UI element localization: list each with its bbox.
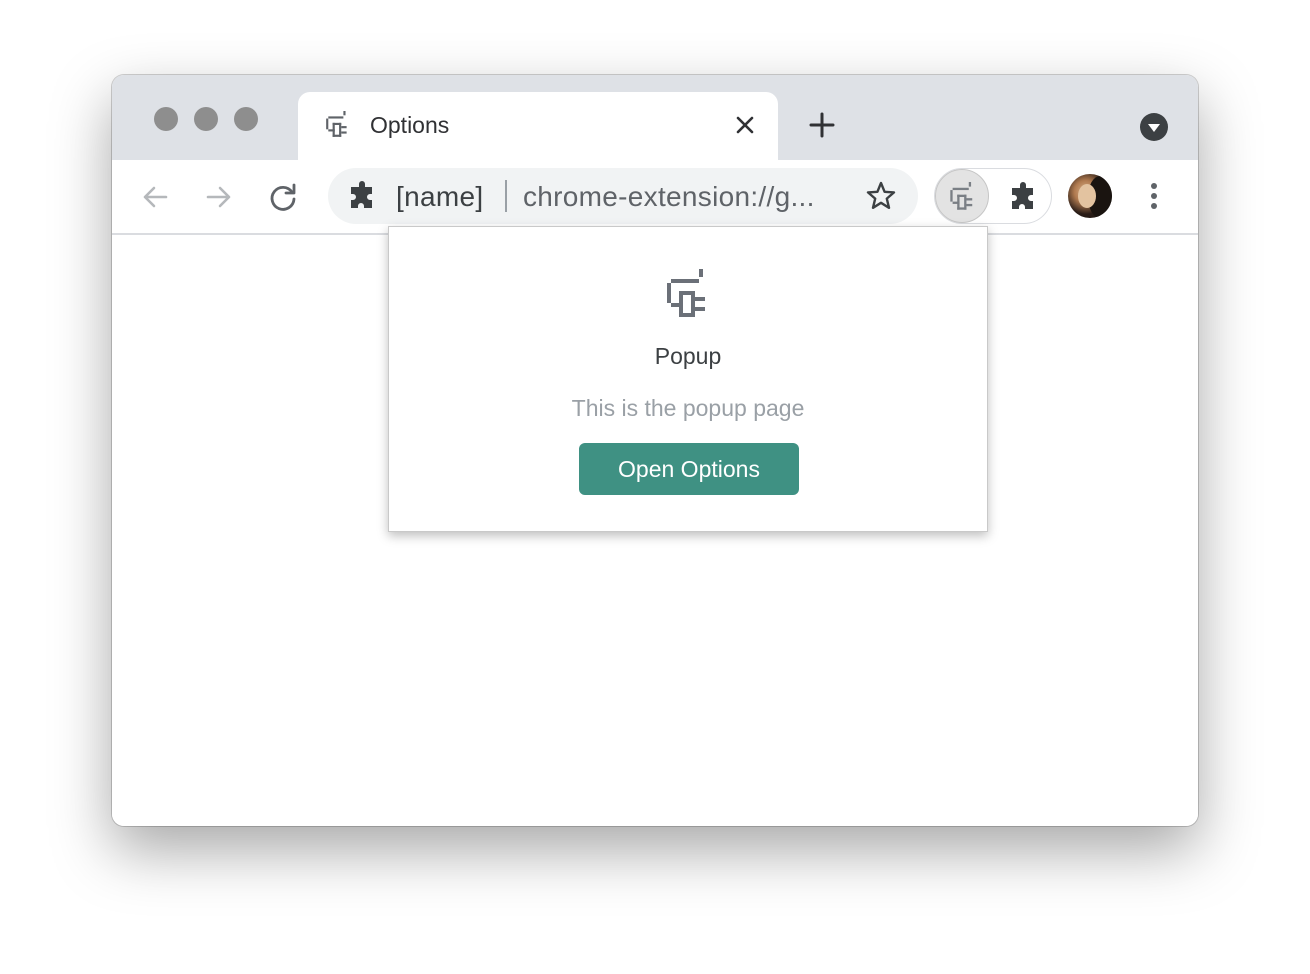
address-bar[interactable]: [name] chrome-extension://g...: [328, 168, 918, 224]
puzzle-icon: [351, 181, 372, 208]
avatar-face: [1078, 184, 1096, 208]
chevron-down-circle-icon[interactable]: [1140, 113, 1168, 141]
plus-icon[interactable]: [806, 109, 838, 141]
close-icon[interactable]: [730, 110, 760, 140]
reload-icon[interactable]: [266, 180, 300, 214]
window-close-button[interactable]: [154, 107, 178, 131]
arrow-left-icon[interactable]: [138, 180, 172, 214]
window-minimize-button[interactable]: [194, 107, 218, 131]
extensions-group: [934, 168, 1052, 224]
extension-logo-icon: [326, 111, 347, 137]
star-icon[interactable]: [864, 179, 898, 213]
extension-logo-icon: [667, 269, 705, 317]
url-text[interactable]: chrome-extension://g...: [523, 181, 815, 213]
avatar[interactable]: [1068, 174, 1112, 218]
arrow-right-icon[interactable]: [202, 180, 236, 214]
popup-description: This is the popup page: [571, 395, 805, 421]
extension-name: [name]: [396, 181, 484, 212]
popup-title: Popup: [654, 343, 722, 369]
tab-strip: Options: [112, 75, 1198, 162]
puzzle-icon[interactable]: [1009, 182, 1039, 212]
extension-logo-icon: [950, 182, 973, 210]
active-extension-button[interactable]: [935, 169, 989, 223]
toolbar: [name] chrome-extension://g...: [112, 160, 1198, 235]
open-options-button[interactable]: Open Options: [579, 443, 799, 495]
window-zoom-button[interactable]: [234, 107, 258, 131]
extension-popup: Popup This is the popup page Open Option…: [388, 226, 988, 532]
kebab-menu-icon[interactable]: [1142, 178, 1166, 214]
omnibox-separator: [505, 180, 507, 212]
tab-title: Options: [370, 112, 450, 138]
tab-options[interactable]: Options: [298, 92, 778, 162]
